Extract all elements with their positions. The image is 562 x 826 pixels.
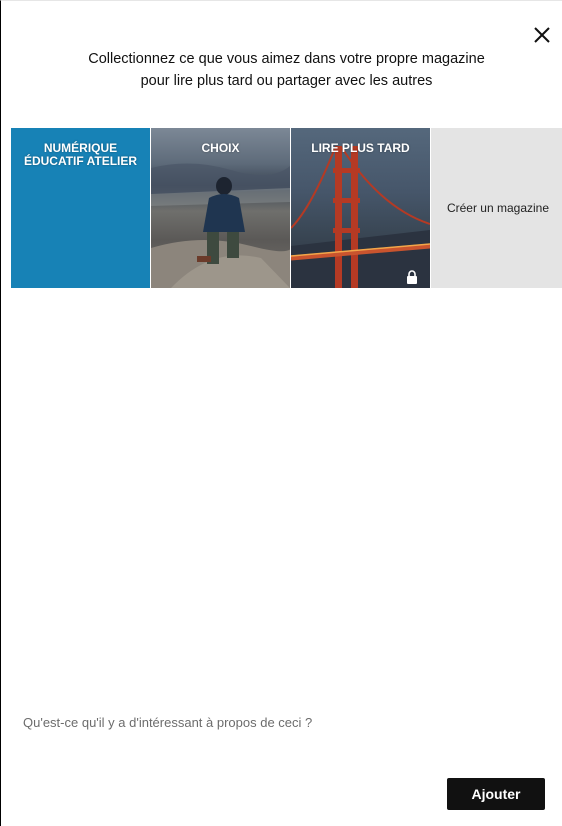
intro-line-2: pour lire plus tard ou partager avec les… xyxy=(140,73,433,89)
comment-input[interactable]: Qu'est-ce qu'il y a d'intéressant à prop… xyxy=(23,715,312,730)
magazine-title: NUMÉRIQUE ÉDUCATIF ATELIER xyxy=(23,141,138,168)
create-magazine-label: Créer un magazine xyxy=(446,201,550,215)
magazine-tile-choix[interactable]: CHOIX xyxy=(151,128,290,288)
magazine-tile-lire-plus-tard[interactable]: LIRE PLUS TARD xyxy=(291,128,430,288)
dialog-intro: Collectionnez ce que vous aimez dans vot… xyxy=(11,48,562,92)
close-button[interactable] xyxy=(530,23,554,47)
flip-dialog: Collectionnez ce que vous aimez dans vot… xyxy=(0,0,562,826)
intro-line-1: Collectionnez ce que vous aimez dans vot… xyxy=(88,51,485,67)
magazine-tile-numerique[interactable]: NUMÉRIQUE ÉDUCATIF ATELIER xyxy=(11,128,150,288)
magazine-title: LIRE PLUS TARD xyxy=(311,141,410,155)
lock-icon xyxy=(407,270,417,284)
magazine-carousel: NUMÉRIQUE ÉDUCATIF ATELIER CHOIX LIRE PL… xyxy=(11,128,562,288)
add-button[interactable]: Ajouter xyxy=(447,778,545,810)
create-magazine-tile[interactable]: Créer un magazine xyxy=(431,128,562,288)
close-icon xyxy=(534,27,550,43)
magazine-title: CHOIX xyxy=(201,141,240,155)
